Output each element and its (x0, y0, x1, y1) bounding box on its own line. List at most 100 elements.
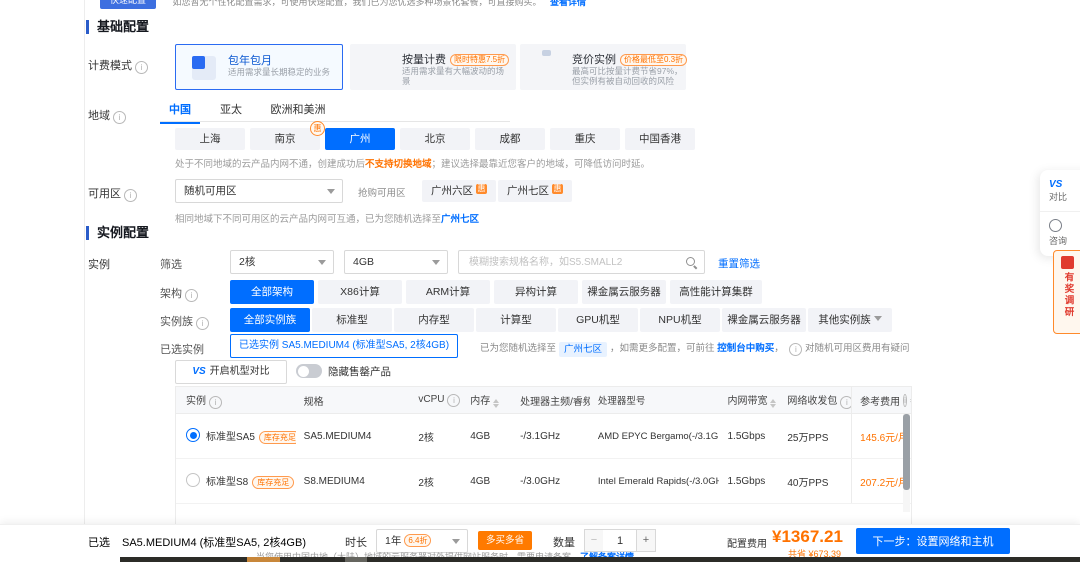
next-step-button[interactable]: 下一步：设置网络和主机 (856, 528, 1010, 554)
zone-chip-label: 广州七区 (507, 185, 549, 197)
zone-dropdown[interactable]: 随机可用区 (175, 179, 343, 203)
compare-models-button[interactable]: VS开启机型对比 (175, 360, 287, 384)
table-scrollbar[interactable] (903, 414, 910, 512)
family-label-text: 实例族 (160, 316, 193, 328)
arch-chip-arm[interactable]: ARM计算 (406, 280, 490, 304)
search-icon[interactable] (685, 256, 697, 268)
arch-chip-x86[interactable]: X86计算 (318, 280, 402, 304)
quantity-plus-button[interactable]: + (636, 529, 656, 552)
billing-mode-label-text: 计费模式 (88, 60, 132, 72)
arch-chip-baremetal[interactable]: 裸金属云服务器 (582, 280, 666, 304)
zone-chip-guangzhou6[interactable]: 广州六区惠 (422, 180, 496, 202)
quantity-minus-button[interactable]: − (584, 529, 604, 552)
region-chip-nanjing[interactable]: 南京 惠 (250, 128, 320, 150)
side-compare-label: 对比 (1049, 190, 1080, 203)
col-header-vcpu[interactable]: vCPUi (410, 394, 462, 407)
survey-float-banner[interactable]: 有奖调研 (1053, 250, 1080, 334)
cell-memory: 4GB (462, 476, 512, 487)
selected-zone-chip[interactable]: 广州七区 (559, 342, 607, 357)
billing-card-prepaid[interactable]: 包年包月 适用需求量长期稳定的业务 (175, 44, 343, 90)
quick-config-button[interactable]: 快速配置 (100, 0, 156, 9)
cell-price: 145.6元/月 (851, 414, 911, 458)
sort-icon[interactable] (910, 396, 911, 405)
info-icon[interactable]: i (196, 317, 209, 330)
selected-instance-box[interactable]: 已选实例 SA5.MEDIUM4 (标准型SA5, 2核4GB) (230, 334, 458, 358)
region-tab-eu-na[interactable]: 欧洲和美洲 (262, 103, 334, 122)
family-chip-gpu[interactable]: GPU机型 (558, 308, 638, 332)
sort-icon[interactable] (770, 399, 776, 408)
selected-note-pre: 已为您随机选择至 (480, 343, 556, 354)
family-chip-all[interactable]: 全部实例族 (230, 308, 310, 332)
row-radio[interactable] (186, 473, 200, 487)
billing-card-spot[interactable]: 竞价实例价格最低至0.3折 最高可比按量计费节省97%，但实例有被自动回收的风险 (520, 44, 686, 90)
sort-icon[interactable] (493, 399, 499, 408)
family-chip-npu[interactable]: NPU机型 (640, 308, 720, 332)
table-row[interactable]: 标准型S8库存充足 S8.MEDIUM4 2核 4GB -/3.0GHz Int… (176, 459, 911, 504)
info-icon[interactable]: i (113, 111, 126, 124)
banner-link[interactable]: 查看详情 (550, 0, 586, 7)
family-chip-memory[interactable]: 内存型 (394, 308, 474, 332)
region-chip-guangzhou[interactable]: 广州 (325, 128, 395, 150)
col-header-memory[interactable]: 内存 (462, 392, 512, 408)
buy-more-save-tag[interactable]: 多买多省 (478, 531, 532, 550)
region-chip-shanghai[interactable]: 上海 (175, 128, 245, 150)
family-chip-compute[interactable]: 计算型 (476, 308, 556, 332)
family-chip-baremetal[interactable]: 裸金属云服务器 (722, 308, 806, 332)
scrollbar-thumb[interactable] (903, 414, 910, 490)
col-header-spec[interactable]: 规格 (296, 393, 411, 408)
family-chip-standard[interactable]: 标准型 (312, 308, 392, 332)
region-chip-chengdu[interactable]: 成都 (475, 128, 545, 150)
reset-filter-link[interactable]: 重置筛选 (718, 256, 760, 271)
region-chip-hongkong[interactable]: 中国香港 (625, 128, 695, 150)
zone-note: 相同地域下不同可用区的云产品内网可互通，已为您随机选择至广州七区 (175, 211, 479, 225)
table-row[interactable]: 标准型SA5库存充足 SA5.MEDIUM4 2核 4GB -/3.1GHz A… (176, 414, 911, 459)
region-chip-label: 南京 (275, 133, 296, 145)
billing-card-postpaid[interactable]: 按量计费限时特惠7.5折 适用需求量有大幅波动的场景 (350, 44, 516, 90)
survey-label: 有奖调研 (1061, 272, 1075, 318)
zone-note-link[interactable]: 广州七区 (441, 214, 479, 225)
side-compare-item[interactable]: VS 对比 (1040, 170, 1080, 203)
info-icon[interactable]: i (789, 343, 802, 356)
quantity-label: 数量 (553, 534, 575, 550)
col-header-price[interactable]: 参考费用i (851, 387, 911, 413)
cpu-dropdown[interactable]: 2核 (230, 250, 334, 274)
console-purchase-link[interactable]: 控制台中购买 (717, 343, 774, 354)
col-header-bandwidth[interactable]: 内网带宽 (719, 392, 779, 408)
spec-search-input[interactable] (467, 252, 684, 274)
col-header-pps[interactable]: 网络收发包i (779, 392, 851, 409)
quantity-input[interactable] (603, 529, 637, 552)
arch-chip-hpc[interactable]: 高性能计算集群 (670, 280, 762, 304)
region-chip-beijing[interactable]: 北京 (400, 128, 470, 150)
row-radio[interactable] (186, 428, 200, 442)
info-icon[interactable]: i (903, 394, 907, 407)
spec-search-box[interactable] (458, 250, 705, 274)
cell-pps: 25万PPS (779, 429, 851, 444)
info-icon[interactable]: i (447, 394, 460, 407)
info-icon[interactable]: i (124, 189, 137, 202)
region-chip-chongqing[interactable]: 重庆 (550, 128, 620, 150)
total-fee: ¥1367.21 (772, 527, 843, 547)
region-tab-apac[interactable]: 亚太 (214, 103, 248, 122)
zone-fee-question[interactable]: 对随机可用区费用有疑问 (805, 343, 910, 354)
arch-chip-all[interactable]: 全部架构 (230, 280, 314, 304)
info-icon[interactable]: i (135, 61, 148, 74)
col-header-instance[interactable]: 实例i (176, 392, 296, 409)
duration-value: 1年 (385, 535, 401, 547)
zone-chip-guangzhou7[interactable]: 广州七区惠 (498, 180, 572, 202)
section-title-instance: 实例配置 (86, 226, 149, 240)
memory-dropdown[interactable]: 4GB (344, 250, 448, 274)
info-icon[interactable]: i (209, 396, 222, 409)
cell-vcpu: 2核 (410, 474, 462, 489)
side-consult-item[interactable]: 咨询 (1040, 211, 1080, 247)
info-icon[interactable]: i (185, 289, 198, 302)
zone-dropdown-value: 随机可用区 (184, 185, 237, 197)
col-header-frequency[interactable]: 处理器主频/睿频 (512, 393, 590, 408)
family-chip-other[interactable]: 其他实例族 (808, 308, 892, 332)
discount-badge: 价格最低至0.3折 (620, 54, 687, 66)
content-left-border (84, 0, 85, 545)
family-label: 实例族i (160, 313, 209, 330)
info-icon[interactable]: i (840, 396, 851, 409)
arch-chip-hetero[interactable]: 异构计算 (494, 280, 578, 304)
hide-soldout-toggle[interactable] (296, 364, 322, 378)
col-header-cpu-model[interactable]: 处理器型号 (590, 393, 720, 407)
